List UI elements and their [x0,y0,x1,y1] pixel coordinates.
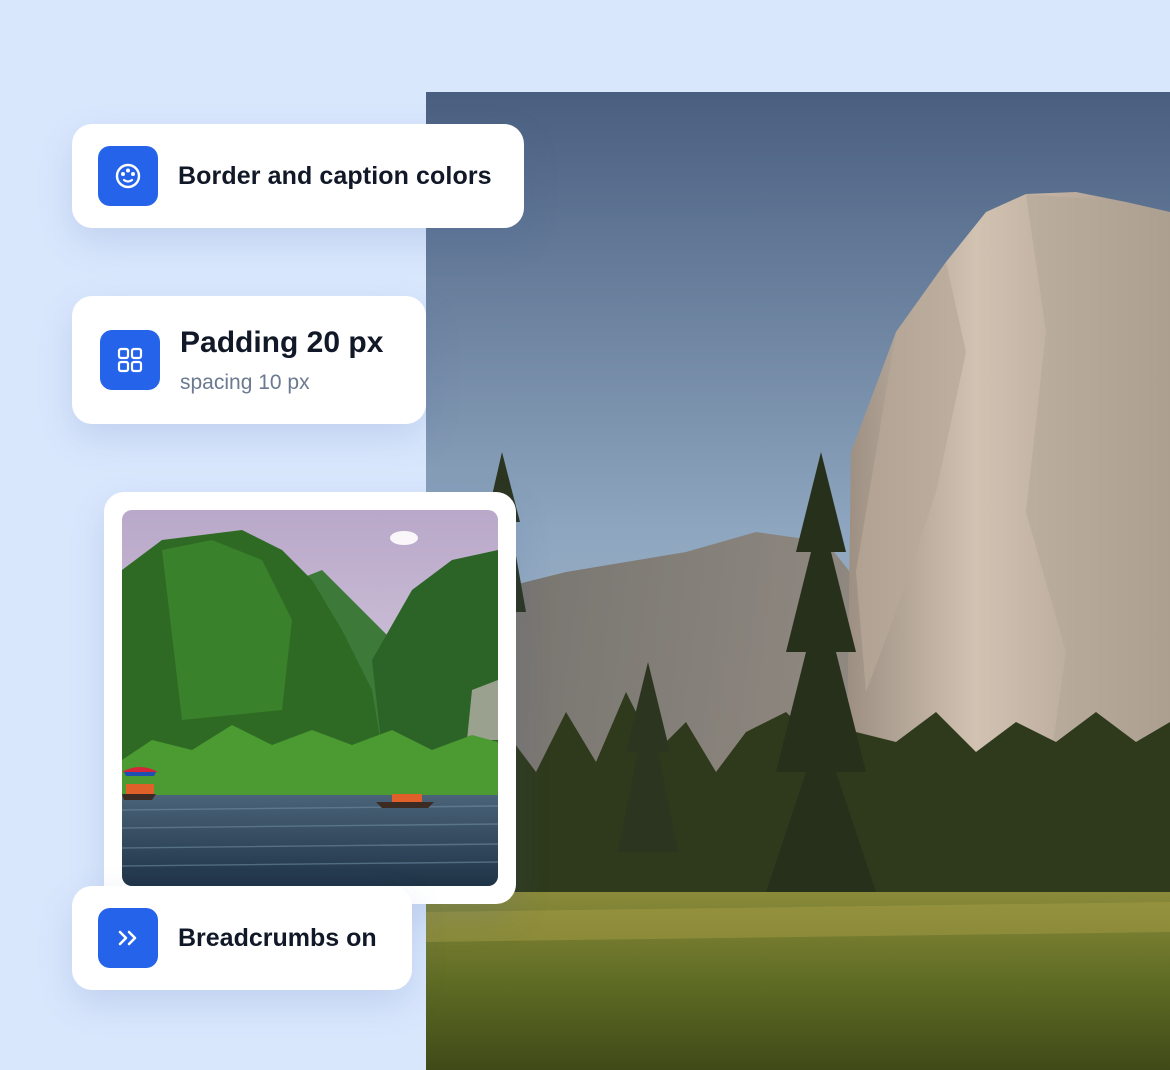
padding-title: Padding 20 px [180,326,384,359]
breadcrumbs-label: Breadcrumbs on [178,923,377,952]
grid-icon [100,330,160,390]
border-caption-colors-card[interactable]: Border and caption colors [72,124,524,228]
palette-icon [98,146,158,206]
border-caption-colors-label: Border and caption colors [178,161,492,190]
breadcrumbs-card[interactable]: Breadcrumbs on [72,886,412,990]
spacing-subtitle: spacing 10 px [180,371,310,394]
double-chevron-right-icon [98,908,158,968]
thumbnail-card[interactable] [104,492,516,904]
river-landscape-photo [122,510,498,886]
main-landscape-photo [426,92,1170,1070]
padding-card[interactable]: Padding 20 px spacing 10 px [72,296,426,424]
landscape-illustration [426,92,1170,1070]
